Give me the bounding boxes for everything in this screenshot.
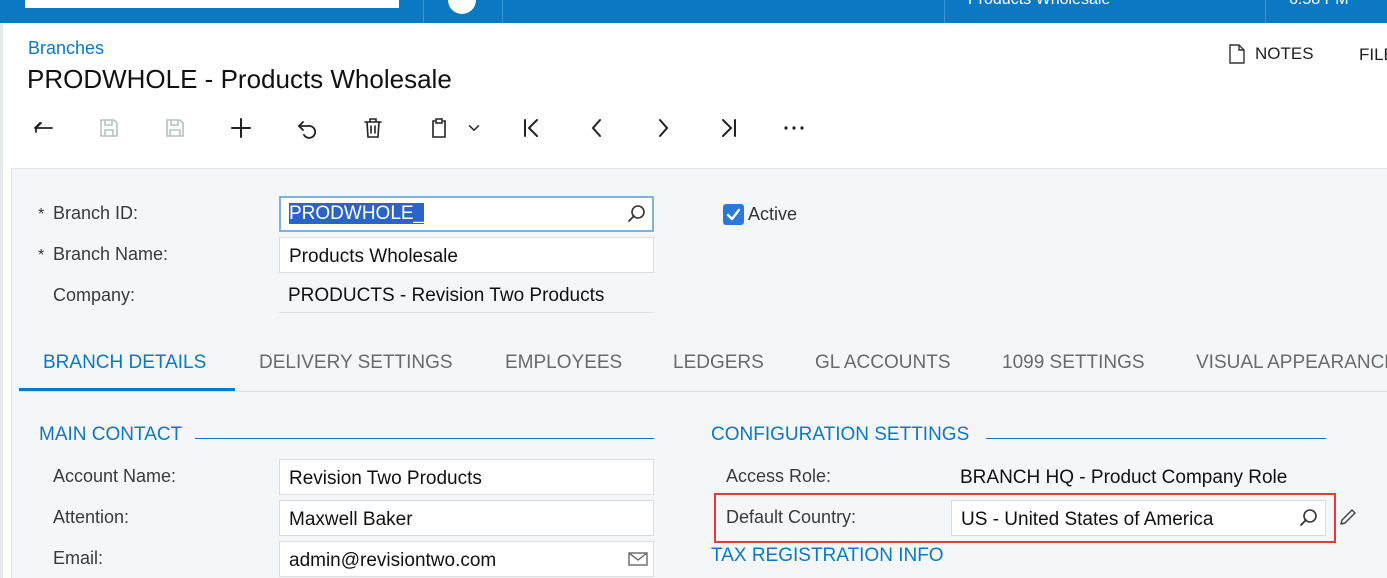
account-name-field[interactable]: Revision Two Products xyxy=(279,459,654,495)
required-marker: * xyxy=(38,206,45,223)
add-icon[interactable] xyxy=(227,114,255,142)
tab-bar: BRANCH DETAILS DELIVERY SETTINGS EMPLOYE… xyxy=(19,340,1387,392)
save-close-icon[interactable] xyxy=(95,114,123,142)
main-contact-header: MAIN CONTACT xyxy=(39,424,183,445)
top-actions: NOTES FILES xyxy=(1228,44,1387,64)
branch-id-value: PRODWHOLE_ xyxy=(289,203,425,224)
last-record-icon[interactable] xyxy=(715,114,743,142)
attention-field[interactable]: Maxwell Baker xyxy=(279,500,654,536)
first-record-icon[interactable] xyxy=(517,114,545,142)
tab-delivery-settings[interactable]: DELIVERY SETTINGS xyxy=(259,352,453,374)
top-navigation-bar: Products Wholesale 6:58 PM xyxy=(0,0,1387,23)
current-branch-selector[interactable]: Products Wholesale xyxy=(968,0,1110,9)
tab-employees[interactable]: EMPLOYEES xyxy=(505,352,622,374)
branch-name-label: Branch Name: xyxy=(53,244,169,264)
next-record-icon[interactable] xyxy=(649,114,677,142)
topbar-divider xyxy=(944,0,945,23)
tab-ledgers[interactable]: LEDGERS xyxy=(673,352,764,374)
section-divider xyxy=(986,438,1326,439)
topbar-divider xyxy=(423,0,424,23)
delete-icon[interactable] xyxy=(359,114,387,142)
mail-icon[interactable] xyxy=(628,549,648,569)
breadcrumb[interactable]: Branches xyxy=(28,38,104,59)
clipboard-icon[interactable] xyxy=(425,114,453,142)
configuration-settings-header: CONFIGURATION SETTINGS xyxy=(711,424,970,445)
search-icon[interactable] xyxy=(627,204,647,224)
back-icon[interactable] xyxy=(29,114,57,142)
help-icon[interactable] xyxy=(448,0,476,14)
active-tab-indicator xyxy=(19,388,235,391)
tab-branch-details[interactable]: BRANCH DETAILS xyxy=(43,352,206,374)
email-field[interactable]: admin@revisiontwo.com xyxy=(279,541,654,577)
attention-label: Attention: xyxy=(53,507,130,527)
notes-button[interactable]: NOTES xyxy=(1255,44,1314,64)
tab-gl-accounts[interactable]: GL ACCOUNTS xyxy=(815,352,951,374)
files-button[interactable]: FILES xyxy=(1359,45,1387,65)
current-time-display[interactable]: 6:58 PM xyxy=(1289,0,1349,9)
active-checkbox[interactable] xyxy=(723,204,744,225)
tax-registration-header: TAX REGISTRATION INFO xyxy=(711,545,944,566)
more-icon[interactable] xyxy=(780,114,808,142)
toolbar xyxy=(0,108,1387,148)
checkmark-icon xyxy=(726,208,741,221)
account-name-label: Account Name: xyxy=(53,466,177,486)
undo-icon[interactable] xyxy=(293,114,321,142)
access-role-label: Access Role: xyxy=(726,466,832,486)
access-role-value: BRANCH HQ - Product Company Role xyxy=(951,459,1326,495)
branch-name-field[interactable]: Products Wholesale xyxy=(279,237,654,273)
tab-1099-settings[interactable]: 1099 SETTINGS xyxy=(1002,352,1145,374)
section-divider xyxy=(195,438,654,439)
topbar-divider xyxy=(502,0,503,23)
chevron-down-icon[interactable] xyxy=(461,114,487,142)
branch-id-label: Branch ID: xyxy=(53,203,139,223)
branch-id-field[interactable]: PRODWHOLE_ xyxy=(279,196,654,232)
global-search-input[interactable] xyxy=(25,0,399,8)
edit-pencil-icon[interactable] xyxy=(1338,507,1358,527)
active-label: Active xyxy=(748,204,798,224)
email-label: Email: xyxy=(53,548,104,568)
tab-visual-appearance[interactable]: VISUAL APPEARANCE xyxy=(1196,352,1387,374)
page-title: PRODWHOLE - Products Wholesale xyxy=(27,64,452,94)
left-border xyxy=(0,23,3,578)
company-label: Company: xyxy=(53,285,136,305)
notes-icon[interactable] xyxy=(1228,44,1246,64)
save-icon[interactable] xyxy=(161,114,189,142)
previous-record-icon[interactable] xyxy=(583,114,611,142)
company-value: PRODUCTS - Revision Two Products xyxy=(279,277,654,313)
required-marker: * xyxy=(38,247,45,264)
highlight-annotation xyxy=(714,493,1336,543)
topbar-divider xyxy=(1265,0,1266,23)
